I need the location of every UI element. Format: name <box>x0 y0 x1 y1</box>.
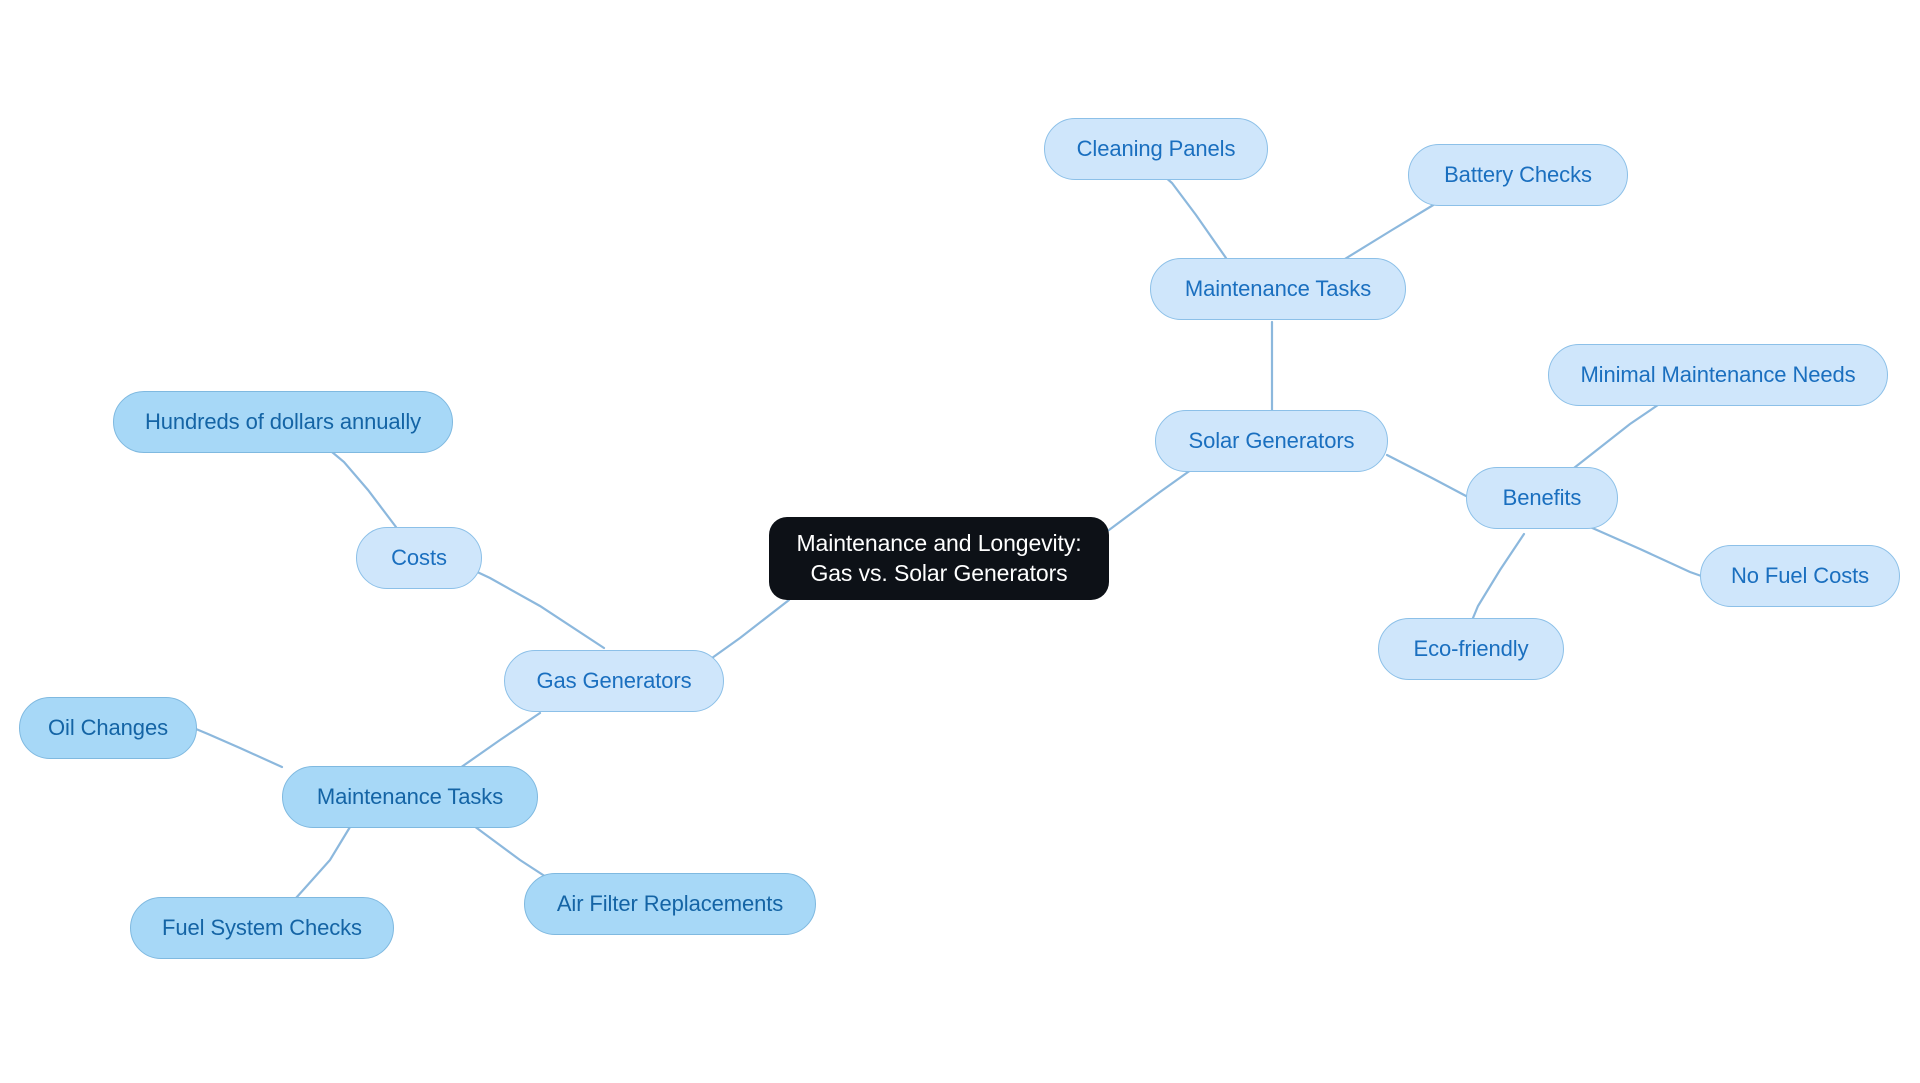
node-label: No Fuel Costs <box>1730 562 1870 588</box>
node-label: Cleaning Panels <box>1076 135 1236 161</box>
node-fuel-system-checks[interactable]: Fuel System Checks <box>130 897 394 959</box>
edge-costs-to-hundreds <box>330 450 398 529</box>
node-gas-generators[interactable]: Gas Generators <box>504 650 724 712</box>
root-title-line-1: Maintenance and Longevity: <box>796 530 1082 557</box>
node-oil-changes[interactable]: Oil Changes <box>19 697 197 759</box>
node-label: Maintenance Tasks <box>316 783 504 809</box>
node-label: Oil Changes <box>48 714 168 740</box>
node-costs[interactable]: Costs <box>356 527 482 589</box>
node-minimal-maintenance-needs[interactable]: Minimal Maintenance Needs <box>1548 344 1888 406</box>
node-label: Minimal Maintenance Needs <box>1580 361 1856 387</box>
node-label: Gas Generators <box>536 667 692 693</box>
node-label: Battery Checks <box>1444 161 1592 187</box>
node-label: Air Filter Replacements <box>556 890 784 916</box>
edge-benefits-to-eco <box>1466 532 1526 632</box>
node-cleaning-panels[interactable]: Cleaning Panels <box>1044 118 1268 180</box>
node-eco-friendly[interactable]: Eco-friendly <box>1378 618 1564 680</box>
edge-gasmaint-to-oil <box>194 727 284 769</box>
node-no-fuel-costs[interactable]: No Fuel Costs <box>1700 545 1900 607</box>
node-label: Fuel System Checks <box>162 914 362 940</box>
mindmap-canvas: Maintenance and Longevity: Gas vs. Solar… <box>0 0 1920 1083</box>
node-label: Solar Generators <box>1188 427 1355 453</box>
edge-benefits-to-nofuel <box>1579 521 1709 580</box>
node-label: Eco-friendly <box>1413 635 1529 661</box>
node-solar-generators[interactable]: Solar Generators <box>1155 410 1388 472</box>
node-label: Maintenance Tasks <box>1184 275 1372 301</box>
node-root[interactable]: Maintenance and Longevity: Gas vs. Solar… <box>769 517 1109 600</box>
node-air-filter-replacements[interactable]: Air Filter Replacements <box>524 873 816 935</box>
edge-solar-to-benefits <box>1385 453 1468 498</box>
node-gas-maintenance-tasks[interactable]: Maintenance Tasks <box>282 766 538 828</box>
edge-gas-to-costs <box>471 568 606 650</box>
edge-solar-maintenance-to-cleaning <box>1153 166 1228 260</box>
node-battery-checks[interactable]: Battery Checks <box>1408 144 1628 206</box>
node-benefits[interactable]: Benefits <box>1466 467 1618 529</box>
node-solar-maintenance-tasks[interactable]: Maintenance Tasks <box>1150 258 1406 320</box>
node-label: Hundreds of dollars annually <box>144 408 422 434</box>
root-title-line-2: Gas vs. Solar Generators <box>810 559 1068 586</box>
node-hundreds-of-dollars-annually[interactable]: Hundreds of dollars annually <box>113 391 453 453</box>
edge-gasmaint-to-fuel <box>294 825 352 900</box>
edge-solar-maintenance-to-battery <box>1338 194 1450 264</box>
node-label: Benefits <box>1502 484 1582 510</box>
node-label: Costs <box>391 544 447 570</box>
